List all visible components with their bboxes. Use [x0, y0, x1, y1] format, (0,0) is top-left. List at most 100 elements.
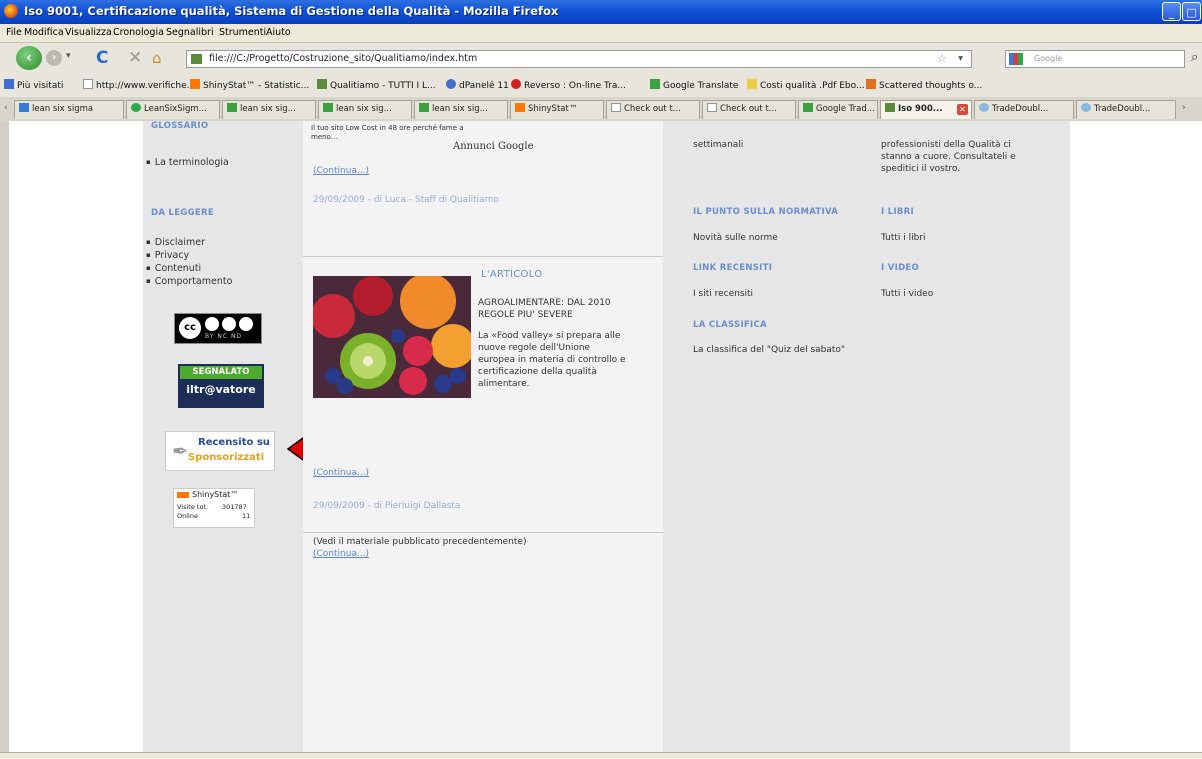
site-favicon: [191, 54, 202, 64]
comportamento-link[interactable]: Comportamento: [146, 276, 233, 287]
bookmark-folder-icon: [4, 79, 14, 89]
continua-link-1[interactable]: (Continua...): [313, 166, 369, 176]
tab[interactable]: lean six sigma: [14, 100, 124, 119]
article-title-line1[interactable]: AGROALIMENTARE: DAL 2010: [478, 298, 611, 308]
scroll-tabs-left-icon[interactable]: ‹: [4, 103, 8, 113]
menu-cronologia[interactable]: Cronologia: [113, 27, 164, 38]
recensito-badge[interactable]: ✒ Recensito su Sponsorizzati: [165, 431, 275, 471]
menu-modifica[interactable]: Modifica: [24, 27, 64, 38]
article-title-line2[interactable]: REGOLE PIU' SEVERE: [478, 310, 573, 320]
tab[interactable]: lean six sig...: [318, 100, 412, 119]
bookmark-item[interactable]: Qualitiamo - TUTTI I L...: [317, 79, 436, 91]
video-header: I VIDEO: [881, 263, 920, 273]
novita-norme-link[interactable]: Novità sulle norme: [693, 233, 778, 243]
disclaimer-link[interactable]: Disclaimer: [146, 237, 205, 248]
creative-commons-badge[interactable]: cc BY NC ND: [174, 313, 262, 344]
close-tab-icon[interactable]: ✕: [957, 104, 968, 115]
terminologia-link[interactable]: La terminologia: [146, 157, 229, 168]
search-magnifier-icon[interactable]: ⌕: [1191, 50, 1198, 65]
back-button[interactable]: ‹: [16, 46, 42, 70]
bookmark-item[interactable]: Google Translate: [650, 79, 738, 91]
search-box[interactable]: Google: [1005, 50, 1185, 68]
web-page: GLOSSARIO La terminologia DA LEGGERE Dis…: [0, 121, 1202, 752]
bookmark-item[interactable]: ShinyStat™ - Statistic...: [190, 79, 309, 91]
tab[interactable]: lean six sig...: [222, 100, 316, 119]
reload-icon[interactable]: C: [96, 48, 108, 68]
scroll-tabs-right-icon[interactable]: ›: [1182, 103, 1186, 113]
ad-text[interactable]: Il tuo sito Low Cost in 48 ore perché fa…: [311, 124, 464, 132]
window-title: Iso 9001, Certificazione qualità, Sistem…: [24, 4, 559, 18]
tab-active[interactable]: Iso 900... ✕: [880, 100, 972, 119]
siti-recensiti-link[interactable]: I siti recensiti: [693, 289, 753, 299]
tab[interactable]: TradeDoubl...: [974, 100, 1074, 119]
bookmark-item[interactable]: Costi qualità .Pdf Ebo...: [747, 79, 865, 91]
url-dropdown-icon[interactable]: ▾: [958, 51, 963, 67]
url-bar[interactable]: file:///C:/Progetto/Costruzione_sito/Qua…: [186, 50, 972, 68]
tab[interactable]: Check out t...: [702, 100, 796, 119]
menu-segnalibri[interactable]: Segnalibri: [166, 27, 214, 38]
contenuti-link[interactable]: Contenuti: [146, 263, 201, 274]
tab-strip: ‹ lean six sigma LeanSixSigm... lean six…: [0, 97, 1202, 122]
segnalato-badge[interactable]: SEGNALATO iltr@vatore: [178, 364, 264, 408]
segnalato-label: SEGNALATO: [180, 366, 262, 379]
ad-text-more[interactable]: meno...: [311, 133, 337, 141]
tab[interactable]: TradeDoubl...: [1076, 100, 1176, 119]
classifica-header: LA CLASSIFICA: [693, 320, 767, 330]
tab[interactable]: Google Trad...: [798, 100, 878, 119]
stop-icon[interactable]: ✕: [128, 48, 142, 68]
window-titlebar[interactable]: Iso 9001, Certificazione qualità, Sistem…: [0, 0, 1202, 24]
qualitiamo-icon: [317, 79, 327, 89]
bookmark-item[interactable]: Più visitati: [4, 79, 63, 91]
intro-text-line: speditici il vostro.: [881, 164, 961, 174]
classifica-link[interactable]: La classifica del "Quiz del sabato": [693, 345, 845, 355]
continua-link-2[interactable]: (Continua...): [313, 468, 369, 478]
google-ads-label[interactable]: Annunci Google: [453, 141, 534, 152]
tab[interactable]: ShinyStat™: [510, 100, 604, 119]
continua-link-3[interactable]: (Continua...): [313, 549, 369, 559]
bookmark-item[interactable]: Scattered thoughts o...: [866, 79, 982, 91]
maximize-button[interactable]: □: [1182, 2, 1201, 21]
online-label: Online: [177, 512, 198, 520]
menu-strumenti[interactable]: Strumenti: [219, 27, 266, 38]
google-search-engine-icon[interactable]: [1009, 53, 1023, 65]
bookmark-star-icon[interactable]: ☆: [937, 51, 947, 67]
punto-normativa-header: IL PUNTO SULLA NORMATIVA: [693, 207, 839, 217]
shinystat-counter[interactable]: ShinyStat™ Visite tot. 301787 Online 11: [173, 488, 255, 528]
recensito-label: Recensito su: [198, 437, 270, 448]
menu-visualizza[interactable]: Visualizza: [65, 27, 112, 38]
tutti-video-link[interactable]: Tutti i video: [881, 289, 933, 299]
bookmark-item[interactable]: http://www.verifiche.i...: [83, 79, 201, 91]
bookmark-item[interactable]: Reverso : On-line Tra...: [511, 79, 626, 91]
minimize-button[interactable]: _: [1162, 2, 1181, 21]
libri-header: I LIBRI: [881, 207, 914, 217]
byline-1[interactable]: 29/09/2009 - di Luca - Staff di Qualitia…: [313, 195, 499, 205]
tab[interactable]: lean six sig...: [414, 100, 508, 119]
article-body-line: alimentare.: [478, 379, 530, 389]
menu-file[interactable]: File: [6, 27, 22, 38]
article-body-line: europea in materia di controllo e: [478, 355, 626, 365]
pen-icon: ✒: [172, 439, 189, 463]
page-right-margin: [1070, 121, 1202, 752]
history-dropdown-icon[interactable]: ▾: [66, 51, 71, 61]
privacy-link[interactable]: Privacy: [146, 250, 189, 261]
page-left-margin: [0, 121, 9, 752]
byline-2[interactable]: 29/09/2009 - di Pierluigi Dallasta: [313, 501, 460, 511]
tutti-libri-link[interactable]: Tutti i libri: [881, 233, 926, 243]
bookmark-item[interactable]: dPanelê 11: [446, 79, 509, 91]
forward-button[interactable]: ›: [46, 50, 62, 66]
tab[interactable]: LeanSixSigm...: [126, 100, 220, 119]
cc-logo-icon: cc: [179, 317, 201, 339]
nc-icon: [222, 317, 236, 331]
sponsorizzati-label: Sponsorizzati: [188, 452, 265, 463]
divider: [303, 256, 663, 257]
tab[interactable]: Check out t...: [606, 100, 700, 119]
glossario-header: GLOSSARIO: [151, 121, 209, 131]
navigation-toolbar: ‹ › ▾ C ✕ ⌂ file:///C:/Progetto/Costruzi…: [0, 43, 1202, 73]
shinystat-logo-icon: [177, 492, 189, 498]
folder-icon: [747, 79, 757, 89]
left-sidebar: GLOSSARIO La terminologia DA LEGGERE Dis…: [143, 121, 303, 752]
menu-aiuto[interactable]: Aiuto: [266, 27, 291, 38]
home-icon[interactable]: ⌂: [152, 49, 162, 67]
nd-icon: [239, 317, 253, 331]
articolo-header: L'ARTICOLO: [481, 269, 543, 280]
